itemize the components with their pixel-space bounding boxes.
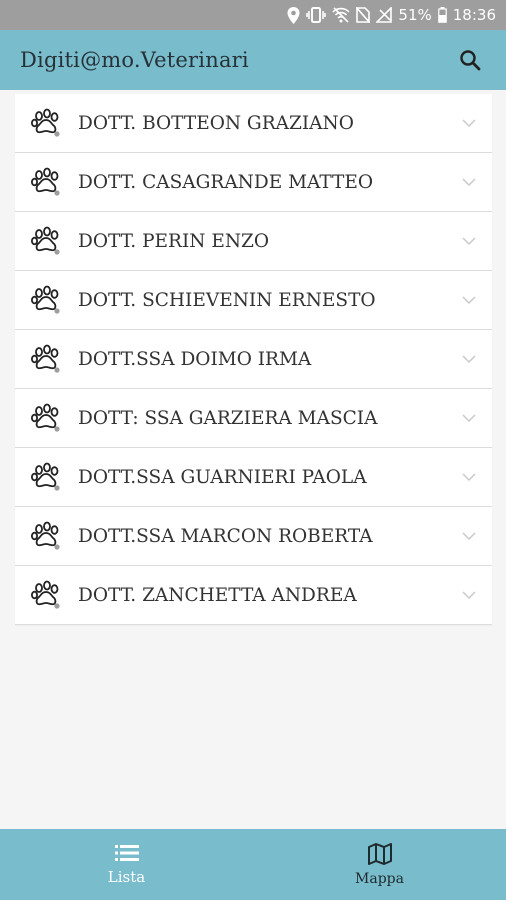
paw-icon [30,166,62,198]
vibrate-icon [306,7,327,23]
map-icon [367,842,392,865]
signal-off-icon [376,7,393,23]
chevron-down-icon[interactable] [460,232,478,250]
veterinarian-name: DOTT.SSA MARCON ROBERTA [78,525,373,547]
veterinarian-name: DOTT. CASAGRANDE MATTEO [78,171,374,193]
list-item[interactable]: DOTT. ZANCHETTA ANDREA [15,566,492,625]
battery-level: 51% [398,6,432,24]
wifi-off-icon [332,7,351,23]
paw-icon [30,107,62,139]
paw-icon [30,520,62,552]
list-item[interactable]: DOTT: SSA GARZIERA MASCIA [15,389,492,448]
tab-lista[interactable]: Lista [0,829,253,900]
chevron-down-icon[interactable] [460,409,478,427]
list-item[interactable]: DOTT. CASAGRANDE MATTEO [15,153,492,212]
veterinarian-name: DOTT.SSA DOIMO IRMA [78,348,312,370]
list-item[interactable]: DOTT.SSA GUARNIERI PAOLA [15,448,492,507]
paw-icon [30,402,62,434]
list-item[interactable]: DOTT.SSA MARCON ROBERTA [15,507,492,566]
clock: 18:36 [452,6,496,24]
paw-icon [30,579,62,611]
list-icon [114,844,139,861]
battery-icon [437,7,447,23]
search-button[interactable] [454,44,486,76]
bottom-navigation: Lista Mappa [0,829,506,900]
chevron-down-icon[interactable] [460,527,478,545]
tab-mappa[interactable]: Mappa [253,829,506,900]
veterinarian-name: DOTT. PERIN ENZO [78,230,270,252]
app-title: Digiti@mo.Veterinari [20,48,249,72]
chevron-down-icon[interactable] [460,586,478,604]
list-item[interactable]: DOTT. SCHIEVENIN ERNESTO [15,271,492,330]
veterinarian-name: DOTT.SSA GUARNIERI PAOLA [78,466,367,488]
search-icon [460,50,481,71]
paw-icon [30,343,62,375]
tab-label: Mappa [355,870,404,887]
app-header: Digiti@mo.Veterinari [0,30,506,90]
chevron-down-icon[interactable] [460,173,478,191]
veterinarian-name: DOTT. ZANCHETTA ANDREA [78,584,357,606]
location-icon [287,6,300,24]
no-sim-icon [356,7,371,23]
chevron-down-icon[interactable] [460,291,478,309]
chevron-down-icon[interactable] [460,350,478,368]
veterinarian-name: DOTT. SCHIEVENIN ERNESTO [78,289,376,311]
tab-label: Lista [107,867,146,886]
list-item[interactable]: DOTT. BOTTEON GRAZIANO [15,94,492,153]
paw-icon [30,284,62,316]
list-item[interactable]: DOTT.SSA DOIMO IRMA [15,330,492,389]
chevron-down-icon[interactable] [460,114,478,132]
veterinarian-name: DOTT. BOTTEON GRAZIANO [78,112,354,134]
paw-icon [30,461,62,493]
list-item[interactable]: DOTT. PERIN ENZO [15,212,492,271]
paw-icon [30,225,62,257]
chevron-down-icon[interactable] [460,468,478,486]
status-bar: 51% 18:36 [0,0,506,30]
veterinarian-name: DOTT: SSA GARZIERA MASCIA [78,407,378,429]
veterinarian-list: DOTT. BOTTEON GRAZIANO DOTT. CASAGRANDE M… [15,94,492,625]
